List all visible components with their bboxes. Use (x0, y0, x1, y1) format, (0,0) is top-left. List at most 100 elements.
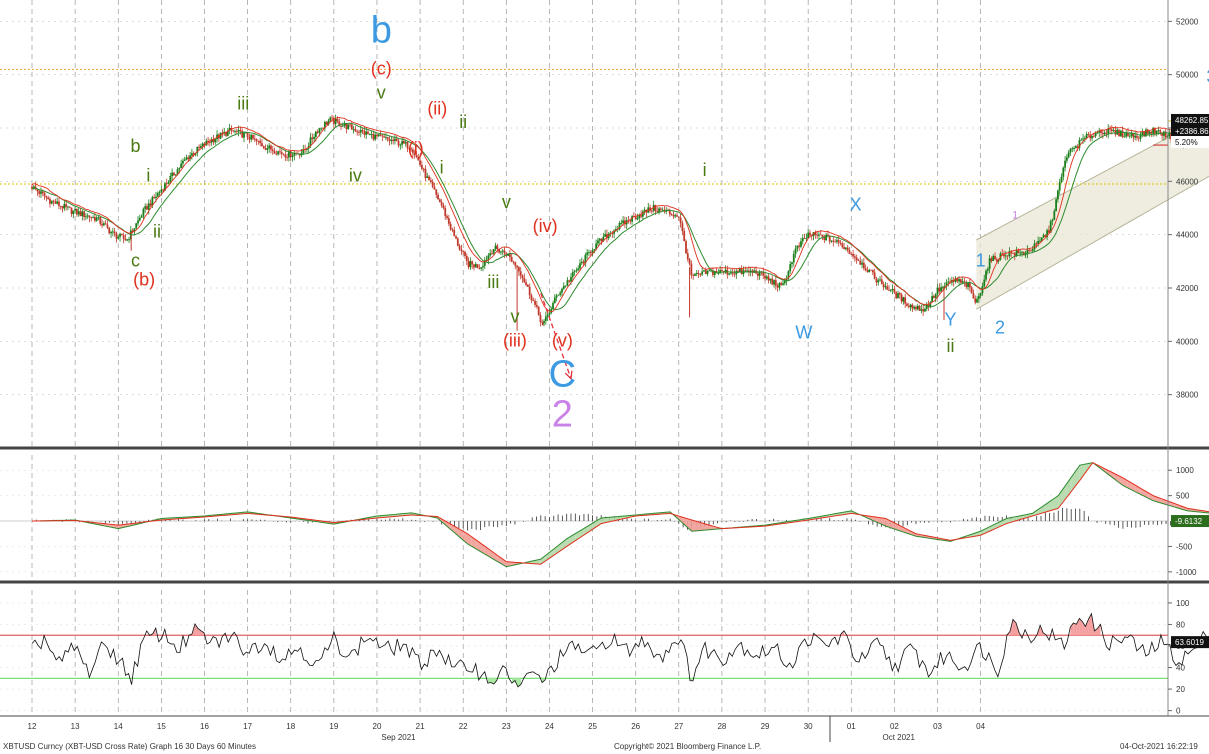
candle-body (622, 220, 625, 223)
candle-body (934, 294, 937, 298)
candle-body (1096, 132, 1099, 134)
candle-body (1028, 249, 1031, 251)
candle-body (392, 139, 395, 141)
candle-body (1159, 130, 1162, 133)
candle-body (1071, 148, 1074, 150)
candle-body (773, 280, 775, 285)
candle-body (336, 119, 339, 122)
candle-body (798, 245, 801, 247)
candle-body (462, 250, 465, 252)
candle-body (972, 293, 975, 299)
candle-body (420, 165, 423, 169)
candle-body (199, 146, 202, 148)
candle-body (174, 174, 177, 176)
candle-body (778, 283, 781, 288)
wave-label: i (440, 157, 444, 177)
candle-body (138, 217, 141, 221)
candle-body (54, 201, 57, 204)
price-tick-label: 46000 (1176, 177, 1199, 186)
candle-body (782, 283, 784, 285)
last-price-tag: 48262.85 (1175, 116, 1209, 125)
candle-body (68, 206, 71, 208)
candle-body (1103, 132, 1106, 135)
candle-body (907, 305, 910, 308)
candle-body (81, 211, 84, 217)
wave-label: (v) (552, 331, 573, 351)
candle-body (857, 260, 860, 261)
candle-body (672, 214, 675, 217)
candle-body (1118, 129, 1120, 137)
candle-body (656, 211, 659, 212)
candle-body (589, 252, 592, 254)
candle-body (586, 252, 589, 255)
candle-body (699, 274, 702, 276)
candle-body (253, 138, 256, 140)
wave-label: ii (946, 336, 954, 356)
candle-body (1055, 199, 1057, 211)
candle-body (674, 215, 677, 217)
candle-body (501, 250, 504, 252)
wave-label: (ii) (427, 99, 447, 119)
candle-body (160, 189, 163, 192)
candle-body (1051, 219, 1054, 222)
candle-body (889, 289, 892, 291)
candle-body (394, 138, 396, 141)
candle-body (146, 206, 148, 210)
day-tick-label: 24 (545, 722, 554, 731)
candle-body (891, 288, 894, 290)
candle-body (58, 201, 60, 206)
candle-body (988, 258, 991, 269)
macd-tick-label: 1000 (1176, 466, 1194, 475)
candle-body (918, 305, 921, 311)
candle-body (275, 153, 278, 155)
candle-body (113, 231, 116, 234)
candle-body (453, 229, 456, 237)
candle-body (580, 261, 583, 264)
candle-body (1037, 240, 1040, 244)
candle-body (668, 210, 671, 215)
candle-body (473, 264, 475, 268)
candle-body (640, 215, 642, 217)
candle-body (347, 124, 350, 130)
change-tag: +2386.86 (1175, 127, 1209, 136)
candle-body (261, 143, 263, 147)
candle-body (1136, 135, 1138, 138)
candle-body (444, 208, 447, 217)
candle-body (399, 144, 402, 146)
candle-body (974, 298, 977, 303)
candle-body (537, 306, 540, 315)
footer-security-title: XBTUSD Curncy (XBT-USD Cross Rate) Graph… (3, 742, 256, 751)
candle-body (904, 297, 907, 304)
candle-body (579, 263, 581, 269)
candle-body (49, 199, 51, 204)
candle-body (440, 201, 443, 206)
candle-body (994, 256, 996, 260)
candle-body (683, 231, 686, 242)
macd-fill (691, 520, 697, 532)
candle-body (1146, 129, 1149, 134)
candle-body (122, 235, 125, 239)
candle-body (906, 303, 908, 306)
candle-body (634, 216, 637, 220)
candle-body (539, 314, 542, 323)
candle-body (677, 216, 680, 218)
candle-body (679, 217, 682, 224)
candle-body (377, 134, 380, 137)
candle-body (451, 229, 454, 231)
candle-body (449, 223, 452, 230)
candle-body (1150, 131, 1153, 134)
candle-body (697, 273, 700, 275)
wave-label: v (377, 83, 386, 103)
candle-body (476, 264, 479, 268)
candle-body (93, 217, 96, 221)
candle-body (88, 215, 91, 218)
candle-body (45, 196, 48, 198)
candle-body (731, 272, 734, 274)
candle-body (877, 280, 880, 283)
candle-body (314, 131, 317, 137)
candle-body (388, 139, 391, 141)
candle-body (685, 241, 687, 254)
candle-body (147, 203, 150, 210)
candle-body (844, 247, 847, 249)
wave-label: C (549, 354, 576, 396)
